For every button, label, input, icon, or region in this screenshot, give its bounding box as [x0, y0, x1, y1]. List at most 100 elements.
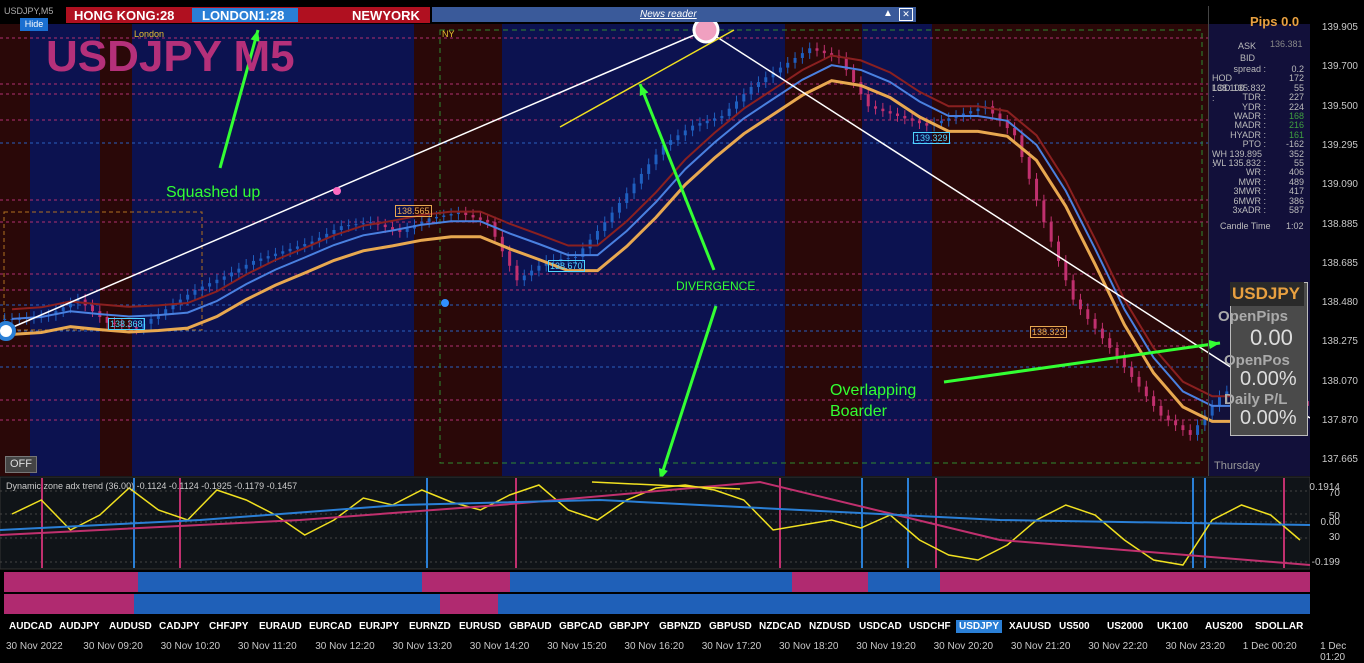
ask-label: ASK [1238, 41, 1257, 51]
y-tick-label: 137.665 [1321, 454, 1358, 466]
symbol-tab-usdchf[interactable]: USDCHF [906, 620, 954, 633]
x-tick-label: 30 Nov 15:20 [547, 641, 607, 652]
candle-body [713, 118, 717, 121]
candle-body [252, 260, 255, 265]
symbol-tab-usdjpy[interactable]: USDJPY [956, 620, 1003, 633]
indicator-tick-label: 30 [1328, 532, 1340, 543]
open-pips-label: OpenPips [1218, 308, 1289, 325]
symbol-tab-usdcad[interactable]: USDCAD [856, 620, 905, 633]
y-tick-label: 138.885 [1321, 218, 1358, 230]
candle-body [1100, 328, 1104, 339]
session-hong-kong: HONG KONG:28 [74, 8, 175, 23]
symbol-tab-gbpjpy[interactable]: GBPJPY [606, 620, 653, 633]
candle-body [698, 123, 702, 126]
candle-body [778, 67, 782, 73]
candle-body [625, 193, 629, 203]
pips-value: Pips 0.0 [1250, 14, 1300, 29]
symbol-tab-eurusd[interactable]: EURUSD [456, 620, 504, 633]
candle-body [515, 265, 519, 281]
symbol-tab-us500[interactable]: US500 [1056, 620, 1093, 633]
symbol-tab-eurcad[interactable]: EURCAD [306, 620, 355, 633]
trend-strip [4, 594, 134, 614]
x-tick-label: 30 Nov 14:20 [469, 641, 530, 652]
london-session-label: London [134, 29, 165, 39]
candle-body [1152, 396, 1156, 406]
candle-body [815, 48, 819, 51]
symbol-tab-gbpnzd[interactable]: GBPNZD [656, 620, 704, 633]
annotation-squashed-up: Squashed up [166, 184, 261, 201]
candle-body [808, 48, 812, 54]
symbol-tab-nzdcad[interactable]: NZDCAD [756, 620, 804, 633]
hide-button[interactable]: Hide [20, 18, 48, 31]
candle-body [910, 118, 914, 121]
candle-body [244, 264, 248, 269]
symbol-tab-gbpaud[interactable]: GBPAUD [506, 620, 555, 633]
x-tick-label: 30 Nov 23:20 [1165, 641, 1226, 652]
candle-body [603, 222, 607, 231]
candle-body [508, 251, 512, 266]
candle-body [193, 289, 197, 295]
candle-body [208, 283, 212, 287]
candle-body [735, 101, 738, 109]
symbol-tab-gbpcad[interactable]: GBPCAD [556, 620, 605, 633]
candle-body [486, 219, 490, 223]
x-tick-label: 30 Nov 21:20 [1010, 641, 1071, 652]
x-tick-label: 1 Dec 00:20 [1242, 641, 1297, 652]
trading-terminal: USDJPY,M5 Hide HONG KONG:28 LONDON1:28 N… [0, 0, 1364, 663]
symbol-tab-xauusd[interactable]: XAUUSD [1006, 620, 1054, 633]
candle-body [1086, 309, 1090, 319]
candle-body [800, 53, 804, 58]
symbol-tab-eurnzd[interactable]: EURNZD [406, 620, 454, 633]
symbol-tab-nzdusd[interactable]: NZDUSD [806, 620, 854, 633]
symbol-tab-audcad[interactable]: AUDCAD [6, 620, 55, 633]
symbol-tab-aus200[interactable]: AUS200 [1202, 620, 1246, 633]
candle-body [632, 183, 636, 194]
axis-background [1310, 24, 1364, 636]
symbol-tab-us2000[interactable]: US2000 [1104, 620, 1146, 633]
candle-body [259, 258, 263, 261]
candle-body [1064, 260, 1068, 281]
symbol-tab-euraud[interactable]: EURAUD [256, 620, 305, 633]
off-button[interactable]: OFF [5, 456, 37, 473]
symbol-tab-eurjpy[interactable]: EURJPY [356, 620, 402, 633]
symbol-tab-audusd[interactable]: AUDUSD [106, 620, 155, 633]
candle-body [1166, 415, 1170, 421]
x-tick-label: 30 Nov 17:20 [701, 641, 762, 652]
session-band [932, 24, 1208, 476]
news-reader-label[interactable]: News reader [640, 9, 697, 20]
candle-body [354, 224, 358, 226]
y-tick-label: 138.275 [1321, 336, 1358, 348]
trend-strip [440, 594, 498, 614]
candle-body [1188, 430, 1192, 435]
candle-body [866, 94, 870, 107]
candle-body [1137, 376, 1141, 387]
candle-body [383, 224, 387, 228]
x-tick-label: 30 Nov 16:20 [624, 641, 684, 652]
price-tag: 138.323 [1030, 326, 1067, 338]
y-tick-label: 139.700 [1321, 61, 1358, 73]
news-collapse-icon[interactable]: ▲ [883, 8, 893, 19]
symbol-tab-audjpy[interactable]: AUDJPY [56, 620, 103, 633]
x-tick-label: 1 Dec 01:20 [1320, 641, 1347, 663]
price-chart [0, 16, 1364, 636]
candle-body [1174, 420, 1178, 426]
indicator-tick-label: 70 [1328, 488, 1340, 499]
candle-body [1196, 425, 1200, 435]
symbol-tab-cadjpy[interactable]: CADJPY [156, 620, 203, 633]
symbol-tab-uk100[interactable]: UK100 [1154, 620, 1191, 633]
x-tick-label: 30 Nov 20:20 [933, 641, 994, 652]
candle-body [405, 228, 409, 232]
candle-body [1078, 299, 1082, 310]
candle-body [1093, 318, 1097, 329]
symbol-tab-gbpusd[interactable]: GBPUSD [706, 620, 755, 633]
candle-body [654, 154, 658, 165]
news-close-icon[interactable]: ✕ [899, 8, 913, 21]
x-tick-label: 30 Nov 11:20 [237, 641, 297, 652]
candle-body [742, 94, 746, 102]
symbol-tab-sdollar[interactable]: SDOLLAR [1252, 620, 1306, 633]
trend-strip [134, 594, 440, 614]
symbol-tab-chfjpy[interactable]: CHFJPY [206, 620, 251, 633]
dot-marker [333, 187, 341, 195]
trend-strip [4, 572, 138, 592]
candle-body [61, 307, 65, 312]
